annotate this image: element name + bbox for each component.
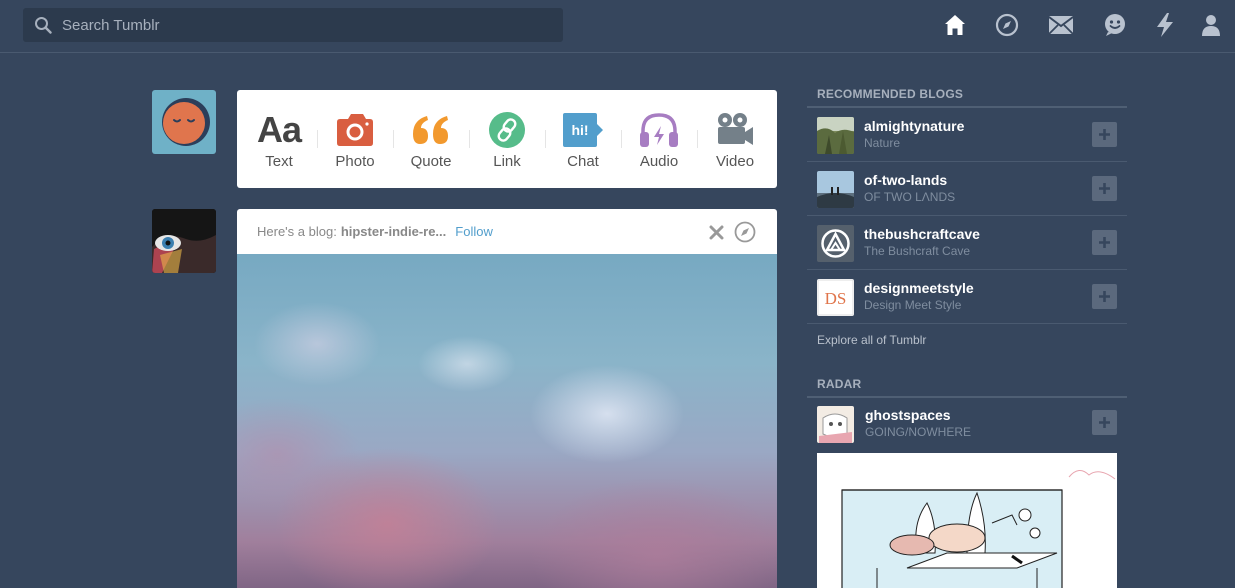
post-quote-button[interactable]: Quote xyxy=(393,90,469,188)
explore-icon[interactable] xyxy=(994,12,1020,38)
link-icon xyxy=(488,110,526,150)
messaging-icon[interactable] xyxy=(1102,12,1128,38)
post-photo-button[interactable]: Photo xyxy=(317,90,393,188)
search-input[interactable] xyxy=(62,8,552,42)
home-icon[interactable] xyxy=(942,12,968,38)
text-icon: Aa xyxy=(256,109,302,150)
follow-blog-button[interactable] xyxy=(1092,230,1117,255)
post-type-label: Photo xyxy=(335,153,375,170)
radar-blog-row[interactable]: ghostspaces GOING/NOWHERE xyxy=(807,404,1127,447)
tumblr-logo[interactable] xyxy=(0,10,4,40)
camera-icon xyxy=(336,110,374,150)
post-audio-button[interactable]: Audio xyxy=(621,90,697,188)
sidebar: RECOMMENDED BLOGS almightynature Nature … xyxy=(807,84,1127,588)
search-icon xyxy=(34,16,52,34)
recommended-blogs-title: RECOMMENDED BLOGS xyxy=(807,84,1127,108)
top-nav-bar xyxy=(0,0,1235,53)
user-avatar[interactable] xyxy=(152,90,216,154)
activity-icon[interactable] xyxy=(1152,12,1178,38)
headphones-icon xyxy=(639,110,679,150)
blog-name[interactable]: almightynature xyxy=(864,118,964,134)
post-type-selector: Aa Text Photo Quote Link hi! Chat Audio xyxy=(237,90,777,188)
post-type-label: Video xyxy=(715,153,755,170)
post-type-label: Text xyxy=(265,153,293,170)
recommendation-header: Here's a blog: hipster-indie-re... Follo… xyxy=(237,209,777,254)
post-video-button[interactable]: Video xyxy=(697,90,773,188)
search-bar[interactable] xyxy=(23,8,563,42)
plus-icon xyxy=(1099,291,1110,302)
blog-name[interactable]: designmeetstyle xyxy=(864,280,974,296)
post-type-label: Chat xyxy=(567,153,599,170)
plus-icon xyxy=(1099,417,1110,428)
recommended-blog-row[interactable]: thebushcraftcave The Bushcraft Cave xyxy=(807,216,1127,270)
recommended-blog-post: Here's a blog: hipster-indie-re... Follo… xyxy=(237,209,777,588)
follow-blog-button[interactable] xyxy=(1092,176,1117,201)
account-icon[interactable] xyxy=(1198,12,1224,38)
blog-name[interactable]: of-two-lands xyxy=(864,172,947,188)
blog-title: Design Meet Style xyxy=(864,298,962,312)
blog-avatar-monogram: DS xyxy=(825,289,847,308)
svg-text:hi!: hi! xyxy=(571,122,588,138)
blog-title: Nature xyxy=(864,136,901,150)
post-text-button[interactable]: Aa Text xyxy=(241,90,317,188)
blog-avatar[interactable] xyxy=(817,171,854,208)
explore-link[interactable]: Explore all of Tumblr xyxy=(807,324,1127,356)
radar-title: RADAR xyxy=(807,374,1127,398)
post-link-button[interactable]: Link xyxy=(469,90,545,188)
follow-blog-button[interactable] xyxy=(1092,284,1117,309)
blog-title: The Bushcraft Cave xyxy=(864,244,971,258)
blog-title: OF TWO LΛNDS xyxy=(864,190,956,204)
post-photo-sky[interactable] xyxy=(237,254,777,588)
blog-avatar[interactable] xyxy=(817,225,854,262)
plus-icon xyxy=(1099,237,1110,248)
inbox-icon[interactable] xyxy=(1048,12,1074,38)
recommended-blog-row[interactable]: DS designmeetstyle Design Meet Style xyxy=(807,270,1127,324)
radar-post-image[interactable] xyxy=(817,453,1117,588)
blog-avatar[interactable] xyxy=(817,406,854,443)
video-camera-icon xyxy=(716,110,754,150)
chat-icon: hi! xyxy=(562,110,604,150)
follow-blog-button[interactable] xyxy=(1092,122,1117,147)
post-type-label: Quote xyxy=(410,153,452,170)
blog-avatar[interactable]: DS xyxy=(817,279,854,316)
post-type-label: Audio xyxy=(639,153,679,170)
blog-avatar[interactable] xyxy=(817,117,854,154)
quote-icon xyxy=(411,110,451,150)
follow-button[interactable]: Follow xyxy=(455,224,493,239)
close-icon[interactable] xyxy=(709,225,724,243)
blog-title: GOING/NOWHERE xyxy=(865,425,972,439)
blog-name[interactable]: thebushcraftcave xyxy=(864,226,980,242)
recommended-blog-row[interactable]: of-two-lands OF TWO LΛNDS xyxy=(807,162,1127,216)
recommended-blog-name[interactable]: hipster-indie-re... xyxy=(341,224,446,239)
post-chat-button[interactable]: hi! Chat xyxy=(545,90,621,188)
recommended-blog-row[interactable]: almightynature Nature xyxy=(807,108,1127,162)
recommended-blog-avatar[interactable] xyxy=(152,209,216,273)
blog-name[interactable]: ghostspaces xyxy=(865,407,951,423)
recommendation-intro: Here's a blog: xyxy=(257,224,337,239)
plus-icon xyxy=(1099,183,1110,194)
plus-icon xyxy=(1099,129,1110,140)
follow-blog-button[interactable] xyxy=(1092,410,1117,435)
compass-icon[interactable] xyxy=(734,221,756,246)
post-type-label: Link xyxy=(493,153,521,170)
